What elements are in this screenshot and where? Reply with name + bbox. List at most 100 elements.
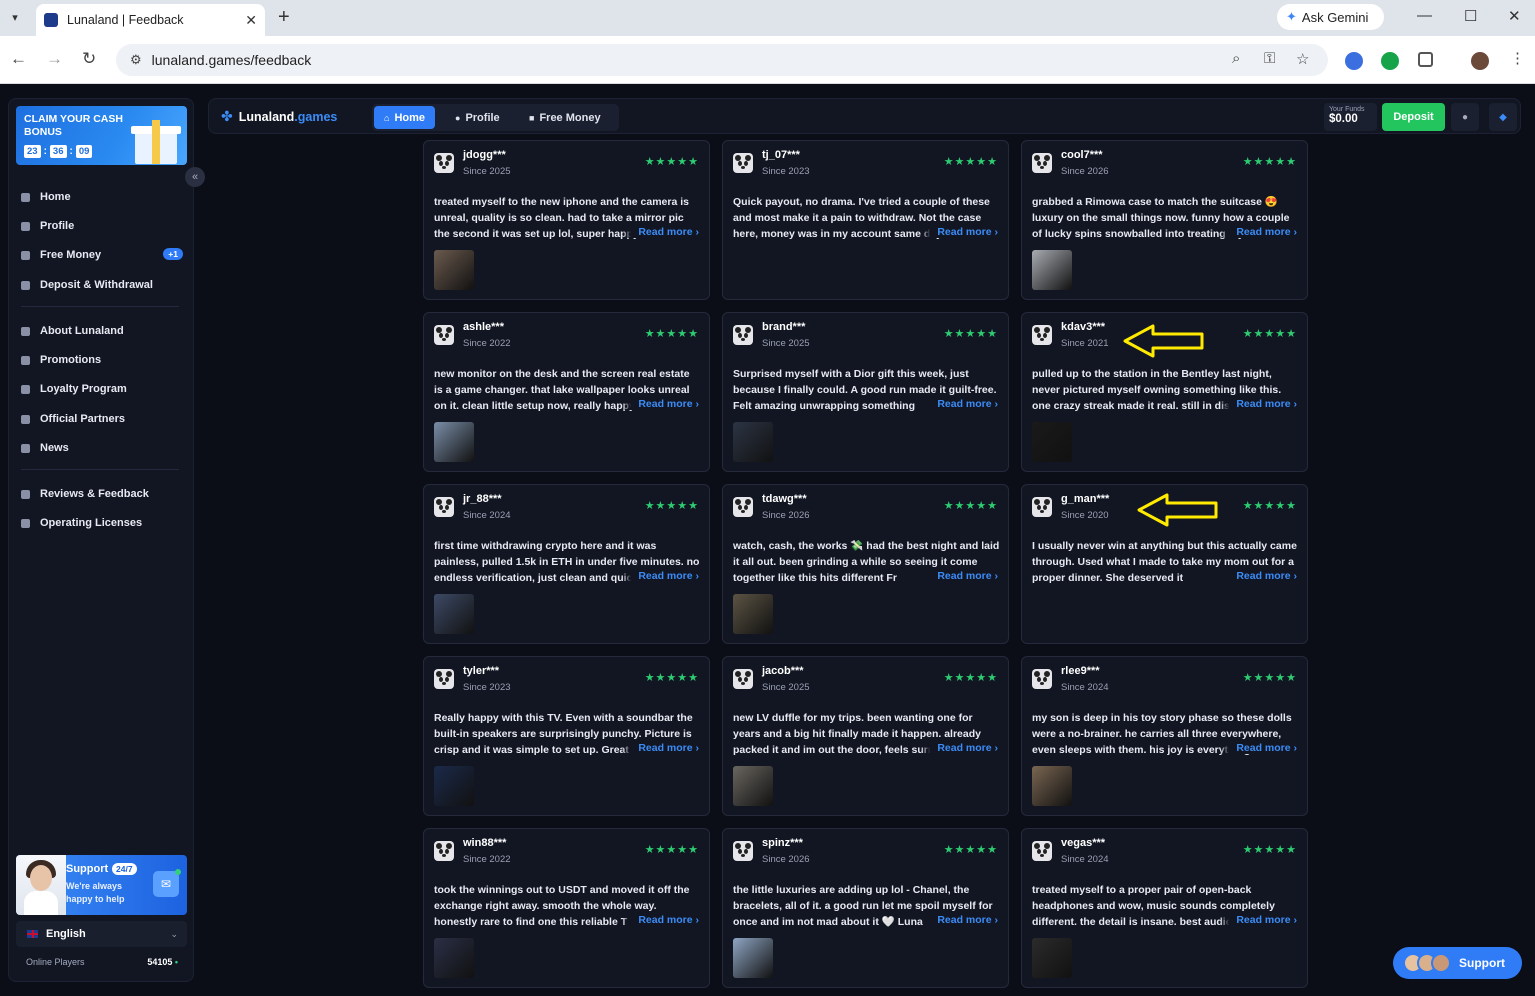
browser-tab[interactable]: Lunaland | Feedback ✕	[36, 4, 265, 36]
review-photo[interactable]	[733, 938, 773, 978]
read-more-link[interactable]: Read more ›	[622, 914, 699, 926]
read-more-link[interactable]: Read more ›	[622, 742, 699, 754]
review-username: tyler***	[463, 665, 500, 677]
rating-stars-icon: ★★★★★	[644, 500, 699, 512]
browser-menu-icon[interactable]: ⋮	[1510, 49, 1528, 67]
rating-stars-icon: ★★★★★	[943, 156, 998, 168]
review-photo[interactable]	[733, 594, 773, 634]
review-card[interactable]: cool7*** Since 2026 ★★★★★ grabbed a Rimo…	[1021, 140, 1308, 300]
extensions-puzzle-icon[interactable]	[1418, 52, 1433, 67]
review-photo[interactable]	[733, 766, 773, 806]
review-card[interactable]: spinz*** Since 2026 ★★★★★ the little lux…	[722, 828, 1009, 988]
page: CLAIM YOUR CASH BONUS 23: 36: 09 « Home …	[0, 84, 1535, 996]
review-since: Since 2024	[1061, 854, 1109, 865]
review-photo[interactable]	[1032, 422, 1072, 462]
review-photo[interactable]	[434, 938, 474, 978]
review-card[interactable]: rlee9*** Since 2024 ★★★★★ my son is deep…	[1021, 656, 1308, 816]
tab-search-button[interactable]: ▾	[4, 6, 26, 28]
back-button[interactable]: ←	[10, 49, 27, 69]
review-card[interactable]: jdogg*** Since 2025 ★★★★★ treated myself…	[423, 140, 710, 300]
read-more-link[interactable]: Read more ›	[1220, 398, 1297, 410]
close-tab-icon[interactable]: ✕	[245, 12, 257, 29]
password-key-icon[interactable]: ⚿	[1264, 50, 1275, 67]
read-more-link[interactable]: Read more ›	[622, 570, 699, 582]
review-card[interactable]: tdawg*** Since 2026 ★★★★★ watch, cash, t…	[722, 484, 1009, 644]
address-bar[interactable]: ⚙ lunaland.games/feedback ⌕ ⚿ ☆	[116, 44, 1328, 76]
read-more-link[interactable]: Read more ›	[1220, 914, 1297, 926]
read-more-link[interactable]: Read more ›	[921, 570, 998, 582]
review-card[interactable]: win88*** Since 2022 ★★★★★ took the winni…	[423, 828, 710, 988]
close-window-button[interactable]: ✕	[1508, 7, 1521, 25]
panda-avatar-icon	[434, 325, 454, 345]
read-more-link[interactable]: Read more ›	[1220, 226, 1297, 238]
review-photo[interactable]	[1032, 938, 1072, 978]
rating-stars-icon: ★★★★★	[943, 672, 998, 684]
review-photo[interactable]	[1032, 250, 1072, 290]
forward-button[interactable]: →	[46, 49, 63, 69]
review-since: Since 2021	[1061, 338, 1109, 349]
rating-stars-icon: ★★★★★	[644, 156, 699, 168]
browser-tab-strip: ▾ Lunaland | Feedback ✕ + ✦ Ask Gemini —…	[0, 0, 1535, 36]
review-username: vegas***	[1061, 837, 1106, 849]
rating-stars-icon: ★★★★★	[644, 844, 699, 856]
review-photo[interactable]	[1032, 766, 1072, 806]
panda-avatar-icon	[1032, 325, 1052, 345]
review-photo[interactable]	[434, 766, 474, 806]
floating-support-button[interactable]: Support	[1393, 947, 1522, 979]
panda-avatar-icon	[434, 153, 454, 173]
read-more-link[interactable]: Read more ›	[921, 226, 998, 238]
extension-icon[interactable]	[1345, 52, 1363, 70]
review-since: Since 2020	[1061, 510, 1109, 521]
review-card[interactable]: ashle*** Since 2022 ★★★★★ new monitor on…	[423, 312, 710, 472]
review-card[interactable]: vegas*** Since 2024 ★★★★★ treated myself…	[1021, 828, 1308, 988]
read-more-link[interactable]: Read more ›	[1220, 742, 1297, 754]
rating-stars-icon: ★★★★★	[644, 328, 699, 340]
review-photo[interactable]	[434, 422, 474, 462]
ask-gemini-button[interactable]: ✦ Ask Gemini	[1277, 4, 1384, 30]
panda-avatar-icon	[1032, 153, 1052, 173]
review-since: Since 2024	[463, 510, 511, 521]
read-more-link[interactable]: Read more ›	[921, 742, 998, 754]
review-card[interactable]: brand*** Since 2025 ★★★★★ Surprised myse…	[722, 312, 1009, 472]
read-more-link[interactable]: Read more ›	[921, 914, 998, 926]
review-card[interactable]: tj_07*** Since 2023 ★★★★★ Quick payout, …	[722, 140, 1009, 300]
grammarly-icon[interactable]	[1381, 52, 1399, 70]
review-card[interactable]: jr_88*** Since 2024 ★★★★★ first time wit…	[423, 484, 710, 644]
floating-support-label: Support	[1459, 956, 1505, 970]
review-since: Since 2026	[762, 854, 810, 865]
panda-avatar-icon	[1032, 669, 1052, 689]
read-more-link[interactable]: Read more ›	[622, 398, 699, 410]
review-username: kdav3***	[1061, 321, 1106, 333]
url-text[interactable]: lunaland.games/feedback	[152, 52, 312, 68]
review-since: Since 2025	[762, 682, 810, 693]
rating-stars-icon: ★★★★★	[1242, 844, 1297, 856]
panda-avatar-icon	[434, 841, 454, 861]
read-more-link[interactable]: Read more ›	[622, 226, 699, 238]
maximize-button[interactable]: ☐	[1464, 7, 1477, 25]
review-since: Since 2023	[762, 166, 810, 177]
site-info-icon[interactable]: ⚙	[130, 52, 142, 68]
review-card[interactable]: tyler*** Since 2023 ★★★★★ Really happy w…	[423, 656, 710, 816]
profile-avatar[interactable]	[1471, 52, 1489, 70]
review-card[interactable]: jacob*** Since 2025 ★★★★★ new LV duffle …	[722, 656, 1009, 816]
rating-stars-icon: ★★★★★	[1242, 500, 1297, 512]
read-more-link[interactable]: Read more ›	[921, 398, 998, 410]
review-photo[interactable]	[434, 250, 474, 290]
review-since: Since 2025	[463, 166, 511, 177]
zoom-icon[interactable]: ⌕	[1232, 50, 1240, 67]
panda-avatar-icon	[733, 669, 753, 689]
review-username: rlee9***	[1061, 665, 1100, 677]
reload-button[interactable]: ↻	[82, 49, 96, 69]
support-agents-avatars	[1403, 953, 1451, 973]
minimize-button[interactable]: —	[1417, 7, 1432, 24]
read-more-link[interactable]: Read more ›	[1220, 570, 1297, 582]
rating-stars-icon: ★★★★★	[644, 672, 699, 684]
panda-avatar-icon	[733, 841, 753, 861]
review-photo[interactable]	[733, 422, 773, 462]
panda-avatar-icon	[1032, 497, 1052, 517]
review-photo[interactable]	[434, 594, 474, 634]
review-username: tj_07***	[762, 149, 800, 161]
new-tab-button[interactable]: +	[278, 6, 290, 29]
review-since: Since 2026	[1061, 166, 1109, 177]
bookmark-star-icon[interactable]: ☆	[1296, 50, 1309, 68]
